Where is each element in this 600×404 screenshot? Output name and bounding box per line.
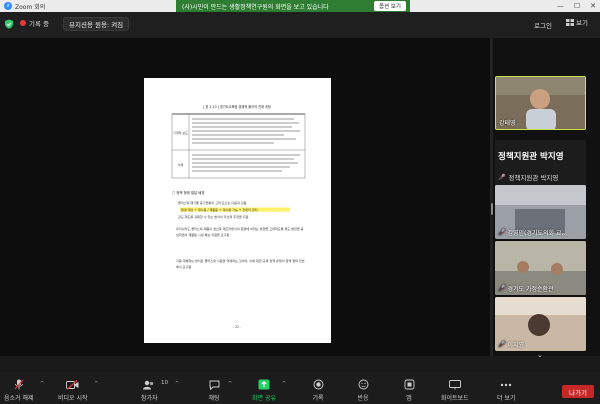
close-icon[interactable]: ✕ xyxy=(590,2,596,10)
participant-small-name-row: 🎤̸ 정책지원관 박지영 xyxy=(498,172,559,183)
smiley-icon xyxy=(356,379,370,390)
participant-name-row: 🎤̸ 김영민(경기도의회 교... xyxy=(498,228,567,237)
participant-tile-active-speaker[interactable]: 강태영 xyxy=(495,76,586,130)
doc-para-4: 각종 대체하는 방식은 플라스틱 사용을 억제하는 것이며, 이에 대한 규제 … xyxy=(176,259,305,269)
record-icon xyxy=(311,379,325,390)
whiteboard-label: 화이트보드 xyxy=(441,395,469,402)
maximize-icon[interactable]: ☐ xyxy=(574,2,580,10)
chat-options-caret[interactable]: ^ xyxy=(228,381,232,387)
participant-name: 강태영 xyxy=(499,120,516,127)
participant-name-row: 🎤̸ 이지영 xyxy=(498,340,524,349)
record-dot-icon xyxy=(20,20,26,26)
sharing-banner: (사)시민이 만드는 생활정책연구원의 화면을 보고 있습니다 옵션 보기 xyxy=(176,0,410,12)
record-button[interactable]: 기록 xyxy=(311,379,325,402)
document-content: [ 표 2-10 ] 경기도교육청 경제적 불이익 관계 개념 기계적 보도 사… xyxy=(171,104,306,329)
chat-icon xyxy=(207,379,221,390)
doc-highlight-text: 환경 개선 + 재사용 / 재활용 + 재사용 가능 + 전면적 금지 xyxy=(181,207,258,212)
zoom-logo-icon: z xyxy=(4,2,12,10)
viewing-status-dropdown[interactable]: 뷰지션용 원용: 켜짐 xyxy=(63,17,130,31)
doc-table-body-lines xyxy=(192,118,300,172)
doc-row2-head: 사례 xyxy=(178,162,184,167)
shared-document-page: [ 표 2-10 ] 경기도교육청 경제적 불이익 관계 개념 기계적 보도 사… xyxy=(144,78,331,343)
window-controls: — ☐ ✕ xyxy=(557,0,596,12)
doc-table-title: [ 표 2-10 ] 경기도교육청 경제적 불이익 관계 개념 xyxy=(203,104,271,109)
mic-muted-icon: 🎤̸ xyxy=(498,341,506,348)
participant-tile[interactable]: 🎤̸ 이지영 xyxy=(495,297,586,351)
participant-name-row: 🎤̸ 경기도 가정순환관 xyxy=(498,284,554,293)
apps-label: 앱 xyxy=(406,395,412,402)
participant-name: 경기도 가정순환관 xyxy=(507,286,554,293)
unmute-label: 음소거 해제 xyxy=(4,395,34,402)
share-options-caret[interactable]: ^ xyxy=(282,381,286,387)
participant-name: 정책지원관 박지영 xyxy=(508,174,559,182)
participants-options-caret[interactable]: ^ xyxy=(175,381,179,387)
start-video-label: 비디오 시작 xyxy=(58,395,88,402)
participant-tile[interactable]: 🎤̸ 경기도 가정순환관 xyxy=(495,241,586,295)
doc-section-heading: □ 정책 형태 발달 배경 xyxy=(172,190,204,195)
chat-label: 채팅 xyxy=(208,395,220,402)
whiteboard-button[interactable]: 화이트보드 xyxy=(441,379,469,402)
doc-para-3-box: 우리나라도 플라스틱 제품의 생산과 재조리방식의 환경에 비하는 방향을 고려… xyxy=(176,227,304,237)
recording-label: 기록 중 xyxy=(29,20,50,28)
start-video-button[interactable]: 비디오 시작 xyxy=(58,379,88,402)
chat-button[interactable]: 채팅 xyxy=(207,379,221,402)
leave-meeting-button[interactable]: 나가기 xyxy=(562,385,594,398)
view-menu-button[interactable]: 보기 xyxy=(566,17,588,27)
participants-count: 10 xyxy=(161,380,168,386)
sharing-banner-text: (사)시민이 만드는 생활정책연구원의 화면을 보고 있습니다 xyxy=(182,3,329,11)
share-screen-icon xyxy=(257,379,271,390)
record-label: 기록 xyxy=(312,395,324,402)
doc-para-1: 플라스틱 폐기물 증가현황의 고려 요소는 다음과 같음 xyxy=(178,200,247,205)
reactions-label: 반응 xyxy=(357,395,369,402)
recording-indicator[interactable]: 기록 중 xyxy=(20,18,49,28)
minimize-icon[interactable]: — xyxy=(557,2,564,10)
participant-big-name: 정책지원관 박지영 xyxy=(498,152,564,162)
share-screen-label: 화면 공유 xyxy=(252,395,276,402)
doc-para-3: 우리나라도 플라스틱 제품의 생산과 재조리방식의 환경에 비하는 방향을 고려… xyxy=(176,227,304,237)
more-dots-icon xyxy=(499,379,513,390)
doc-page-number: - 22 - xyxy=(233,325,241,329)
doc-para-2: 강도 제도를 강화할 수 있는 방식이 우선적 추천을 지원 xyxy=(178,214,249,219)
app-title-area: z Zoom 회의 xyxy=(0,2,45,11)
participant-name: 이지영 xyxy=(507,342,525,349)
participants-button[interactable]: 참가자 xyxy=(141,379,158,402)
participant-name-row: 강태영 xyxy=(499,118,516,127)
mic-muted-icon: 🎤̸ xyxy=(498,173,506,181)
login-button[interactable]: 로그인 xyxy=(534,20,552,30)
apps-icon xyxy=(402,379,416,390)
mic-muted-icon: 🎤̸ xyxy=(498,285,506,292)
chevron-down-icon[interactable]: ⌄ xyxy=(537,351,543,359)
mic-muted-icon xyxy=(12,379,26,390)
more-button[interactable]: 더 보기 xyxy=(497,379,515,402)
doc-table xyxy=(171,113,306,179)
grid-view-icon xyxy=(566,18,574,26)
reactions-button[interactable]: 반응 xyxy=(356,379,370,402)
view-label: 보기 xyxy=(576,19,588,27)
shield-icon[interactable] xyxy=(4,19,14,29)
view-options-button[interactable]: 옵션 보기 xyxy=(374,1,406,11)
whiteboard-icon xyxy=(448,379,462,390)
video-off-icon xyxy=(66,379,80,390)
app-title: Zoom 회의 xyxy=(15,3,46,11)
participant-tile[interactable]: 🎤̸ 김영민(경기도의회 교... xyxy=(495,185,586,239)
share-screen-button[interactable]: 화면 공유 xyxy=(252,379,276,402)
participants-label: 참가자 xyxy=(141,395,158,402)
mic-muted-icon: 🎤̸ xyxy=(498,229,506,236)
doc-para-4-box: 각종 대체하는 방식은 플라스틱 사용을 억제하는 것이며, 이에 대한 규제 … xyxy=(176,259,305,269)
viewing-status-label: 뷰지션용 원용: 켜짐 xyxy=(69,21,124,29)
apps-button[interactable]: 앱 xyxy=(402,379,416,402)
video-options-caret[interactable]: ^ xyxy=(94,381,98,387)
unmute-button[interactable]: 음소거 해제 xyxy=(4,379,34,402)
participant-name: 김영민(경기도의회 교... xyxy=(507,230,568,237)
more-label: 더 보기 xyxy=(497,395,516,402)
doc-row1-head: 기계적 보도 xyxy=(173,130,188,135)
participants-icon xyxy=(142,379,156,390)
mute-options-caret[interactable]: ^ xyxy=(40,381,44,387)
